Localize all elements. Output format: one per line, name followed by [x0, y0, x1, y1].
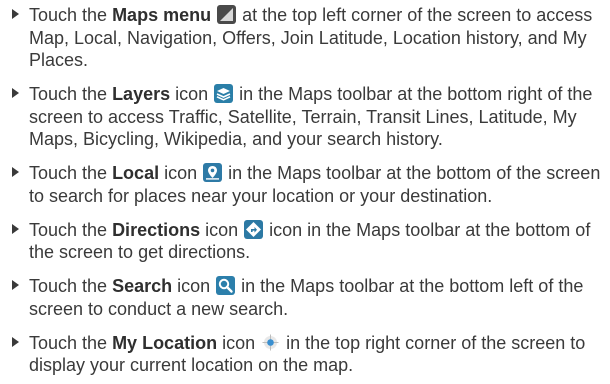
list-item-layers: Touch the Layers icon in the Maps toolba… — [8, 83, 602, 151]
item-prefix: Touch the — [29, 163, 113, 183]
list-item-my-location: Touch the My Location icon in the top ri… — [8, 332, 602, 377]
keyword-directions: Directions — [112, 219, 201, 240]
bullet-icon — [12, 336, 19, 347]
keyword-local: Local — [112, 163, 160, 183]
item-mid: icon — [217, 332, 261, 353]
item-mid: icon — [159, 163, 203, 183]
item-mid: icon — [170, 84, 214, 104]
keyword-my-location: My Location — [112, 332, 218, 353]
keyword-search: Search — [112, 276, 173, 296]
list-item-search: Touch the Search icon in the Maps toolba… — [8, 275, 602, 320]
bullet-icon — [12, 88, 19, 98]
bullet-icon — [12, 9, 19, 19]
instruction-list: Touch the Maps menu at the top left corn… — [0, 0, 610, 377]
bullet-icon — [12, 167, 19, 177]
item-mid: icon — [200, 219, 244, 240]
item-prefix: Touch the — [29, 276, 113, 296]
keyword-layers: Layers — [112, 84, 171, 104]
search-icon — [216, 276, 236, 295]
layers-icon — [214, 84, 234, 103]
maps-menu-icon — [217, 5, 237, 24]
bullet-icon — [12, 280, 19, 290]
item-mid: icon — [172, 276, 216, 296]
list-item-directions: Touch the Directions icon icon in the Ma… — [8, 219, 602, 264]
local-icon — [203, 163, 223, 182]
list-item-maps-menu: Touch the Maps menu at the top left corn… — [8, 4, 602, 72]
item-prefix: Touch the — [29, 332, 113, 353]
list-item-local: Touch the Local icon in the Maps toolbar… — [8, 162, 602, 207]
item-prefix: Touch the — [29, 5, 113, 25]
directions-icon — [244, 219, 264, 239]
item-prefix: Touch the — [29, 219, 113, 240]
item-prefix: Touch the — [29, 84, 113, 104]
bullet-icon — [12, 223, 19, 234]
my-location-icon — [261, 333, 280, 352]
keyword-maps-menu: Maps menu — [112, 5, 212, 25]
